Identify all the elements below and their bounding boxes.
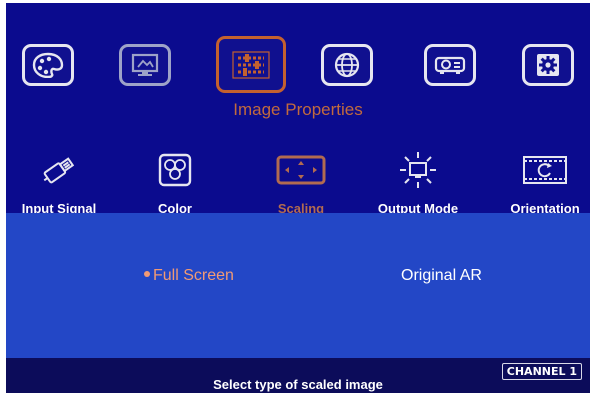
- rotate-icon: [490, 149, 590, 191]
- top-menu-settings[interactable]: [522, 44, 574, 86]
- gear-icon: [534, 51, 562, 79]
- top-menu-globe[interactable]: [321, 44, 373, 86]
- option-label: Full Screen: [153, 267, 234, 284]
- options-panel: Full Screen Original AR: [6, 213, 590, 358]
- option-label: Original AR: [401, 267, 482, 284]
- selected-bullet-icon: [144, 270, 150, 277]
- osd-menu: Image Properties Input Signal Color Scal…: [6, 3, 590, 393]
- submenu-color[interactable]: Color: [120, 149, 230, 216]
- output-monitor-icon: [363, 149, 473, 191]
- category-title: Image Properties: [233, 100, 363, 119]
- option-full-screen[interactable]: Full Screen: [144, 267, 234, 285]
- usb-connector-icon: [6, 149, 114, 191]
- monitor-icon: [129, 52, 161, 78]
- scaling-arrows-icon: [246, 149, 356, 191]
- top-menu-palette[interactable]: [22, 44, 74, 86]
- top-menu-projector[interactable]: [424, 44, 476, 86]
- option-original-ar[interactable]: Original AR: [401, 267, 482, 285]
- palette-icon: [32, 52, 64, 78]
- submenu-output-mode[interactable]: Output Mode: [363, 149, 473, 216]
- color-circles-icon: [120, 149, 230, 191]
- projector-icon: [433, 52, 467, 78]
- image-properties-icon: [229, 47, 273, 83]
- submenu-input-signal[interactable]: Input Signal: [6, 149, 114, 216]
- globe-icon: [332, 51, 362, 79]
- status-hint: Select type of scaled image: [213, 377, 383, 392]
- top-menu-image-properties[interactable]: [216, 36, 286, 93]
- submenu-scaling[interactable]: Scaling: [246, 149, 356, 216]
- top-menu-monitor[interactable]: [119, 44, 171, 86]
- submenu-orientation[interactable]: Orientation: [490, 149, 590, 216]
- status-bar: CHANNEL 1 Select type of scaled image: [6, 358, 590, 393]
